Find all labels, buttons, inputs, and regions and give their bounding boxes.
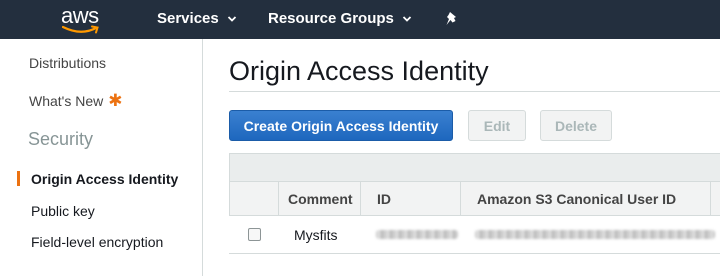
column-header-id[interactable]: ID xyxy=(360,182,460,216)
edit-button[interactable]: Edit xyxy=(468,110,526,141)
aws-smile-icon xyxy=(62,25,99,34)
column-header-label: Amazon S3 Canonical User ID xyxy=(477,191,677,207)
resource-groups-label: Resource Groups xyxy=(268,10,394,27)
chevron-down-icon xyxy=(402,15,412,22)
new-badge-icon: ✱ xyxy=(108,91,123,110)
create-origin-access-identity-button[interactable]: Create Origin Access Identity xyxy=(229,110,453,141)
table-row[interactable]: Mysfits xyxy=(229,216,720,254)
column-header-canonical-user-id[interactable]: Amazon S3 Canonical User ID xyxy=(460,182,710,216)
table-toolbar xyxy=(229,153,720,182)
sidebar-item-field-level-encryption[interactable]: Field-level encryption xyxy=(31,234,163,250)
sidebar-section-heading: Security xyxy=(28,129,94,149)
sidebar-item-origin-access-identity[interactable]: Origin Access Identity xyxy=(31,171,178,187)
chevron-down-icon xyxy=(227,15,236,22)
table-header: Comment ID Amazon S3 Canonical User ID xyxy=(229,182,720,216)
services-menu[interactable]: Services xyxy=(157,10,237,27)
active-indicator xyxy=(17,171,20,186)
resource-groups-menu[interactable]: Resource Groups xyxy=(268,10,412,27)
services-label: Services xyxy=(157,10,219,27)
sidebar-item-whats-new[interactable]: What's New ✱ xyxy=(29,91,123,111)
sidebar: Distributions What's New ✱ Security Orig… xyxy=(0,39,203,276)
aws-logo[interactable]: aws xyxy=(57,3,105,35)
column-header-label: ID xyxy=(377,191,391,207)
sidebar-item-public-key[interactable]: Public key xyxy=(31,203,95,219)
column-header-comment[interactable]: Comment xyxy=(278,182,360,216)
row-comment: Mysfits xyxy=(294,227,338,243)
column-header-label: Comment xyxy=(288,191,353,207)
row-canonical-id-redacted xyxy=(475,230,715,239)
title-divider xyxy=(229,91,720,92)
pushpin-icon[interactable] xyxy=(445,11,459,27)
whats-new-label: What's New xyxy=(29,93,104,109)
column-header-spacer xyxy=(710,182,720,216)
delete-button[interactable]: Delete xyxy=(540,110,612,141)
select-column-header xyxy=(230,182,278,216)
row-id-redacted xyxy=(376,230,458,239)
row-checkbox[interactable] xyxy=(248,228,261,241)
page-title: Origin Access Identity xyxy=(229,56,489,86)
sidebar-item-distributions[interactable]: Distributions xyxy=(29,55,106,71)
top-navigation-bar: aws Services Resource Groups xyxy=(0,0,720,39)
